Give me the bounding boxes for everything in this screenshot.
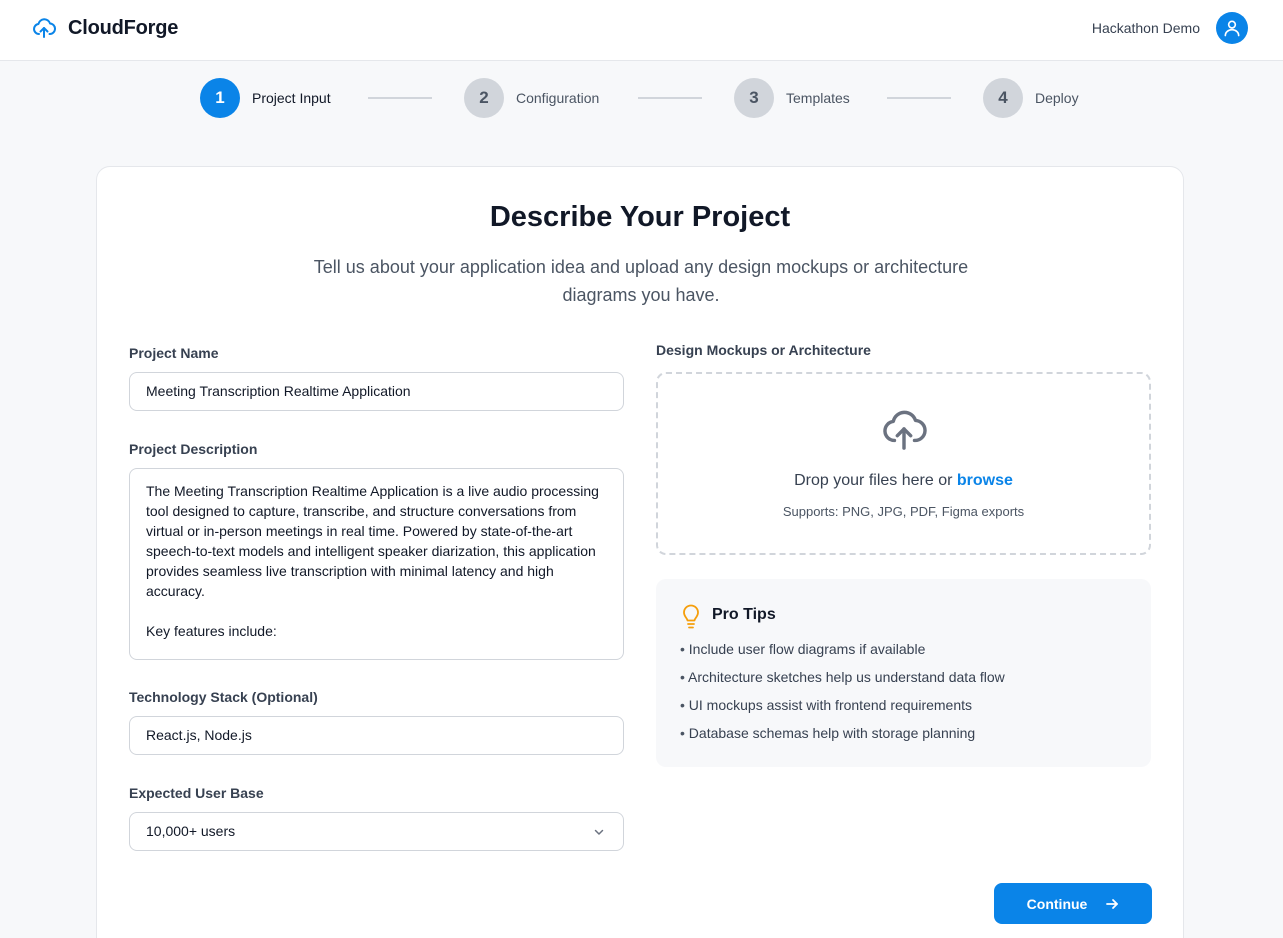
user-icon xyxy=(1224,20,1240,37)
tip-item: Architecture sketches help us understand… xyxy=(680,667,1005,695)
page-title: Describe Your Project xyxy=(489,201,791,233)
step-project-input[interactable]: 1 Project Input xyxy=(200,78,331,118)
continue-button[interactable]: Continue xyxy=(994,883,1152,924)
continue-label: Continue xyxy=(1026,895,1088,912)
chevron-down-icon xyxy=(594,829,604,835)
pro-tips-panel: Pro Tips Include user flow diagrams if a… xyxy=(656,579,1151,767)
step-configuration[interactable]: 2 Configuration xyxy=(464,78,599,118)
avatar[interactable] xyxy=(1216,12,1248,44)
tip-item: Include user flow diagrams if available xyxy=(680,639,1005,667)
arrow-right-icon xyxy=(1106,898,1119,909)
brand[interactable]: CloudForge xyxy=(32,16,178,40)
step-label: Deploy xyxy=(1035,90,1079,106)
user-base-select[interactable]: 10,000+ users xyxy=(129,812,624,851)
cloud-upload-icon xyxy=(33,18,56,38)
top-bar: CloudForge Hackathon Demo xyxy=(0,0,1283,61)
browse-link[interactable]: browse xyxy=(957,472,1013,489)
drop-text: Drop your files here or xyxy=(794,472,957,489)
step-number: 4 xyxy=(983,78,1023,118)
step-number: 1 xyxy=(200,78,240,118)
progress-stepper: 1 Project Input 2 Configuration 3 Templa… xyxy=(0,78,1283,118)
step-label: Templates xyxy=(786,90,850,106)
tip-item: Database schemas help with storage plann… xyxy=(680,723,1005,751)
project-description-label: Project Description xyxy=(129,441,258,457)
step-label: Project Input xyxy=(252,90,331,106)
tip-item: UI mockups assist with frontend requirem… xyxy=(680,695,1005,723)
user-base-label: Expected User Base xyxy=(129,785,264,801)
pro-tips-title: Pro Tips xyxy=(712,606,776,623)
user-menu[interactable]: Hackathon Demo xyxy=(1092,12,1248,44)
drop-instructions: Drop your files here or browse xyxy=(658,472,1149,490)
step-label: Configuration xyxy=(516,90,600,106)
pro-tips-list: Include user flow diagrams if available … xyxy=(680,639,1005,751)
file-dropzone[interactable]: Drop your files here or browse Supports:… xyxy=(656,372,1151,555)
lightbulb-icon xyxy=(683,604,699,629)
step-number: 3 xyxy=(734,78,774,118)
project-description-textarea[interactable]: The Meeting Transcription Realtime Appli… xyxy=(129,468,624,660)
user-name: Hackathon Demo xyxy=(1091,20,1200,36)
user-base-selected: 10,000+ users xyxy=(146,823,236,839)
step-templates[interactable]: 3 Templates xyxy=(734,78,850,118)
tech-stack-input[interactable]: React.js, Node.js xyxy=(129,716,624,755)
cloud-upload-icon xyxy=(883,410,927,450)
brand-name: CloudForge xyxy=(68,16,179,39)
tech-stack-label: Technology Stack (Optional) xyxy=(129,689,318,705)
page-subtitle: Tell us about your application idea and … xyxy=(313,257,969,305)
project-name-label: Project Name xyxy=(129,345,219,361)
upload-label: Design Mockups or Architecture xyxy=(656,342,871,358)
supported-formats: Supports: PNG, JPG, PDF, Figma exports xyxy=(782,504,1025,519)
step-number: 2 xyxy=(464,78,504,118)
step-connector xyxy=(887,97,951,99)
project-name-input[interactable]: Meeting Transcription Realtime Applicati… xyxy=(129,372,624,411)
step-connector xyxy=(638,97,702,99)
step-connector xyxy=(368,97,432,99)
project-input-card: Describe Your Project Tell us about your… xyxy=(96,166,1184,938)
step-deploy[interactable]: 4 Deploy xyxy=(983,78,1079,118)
